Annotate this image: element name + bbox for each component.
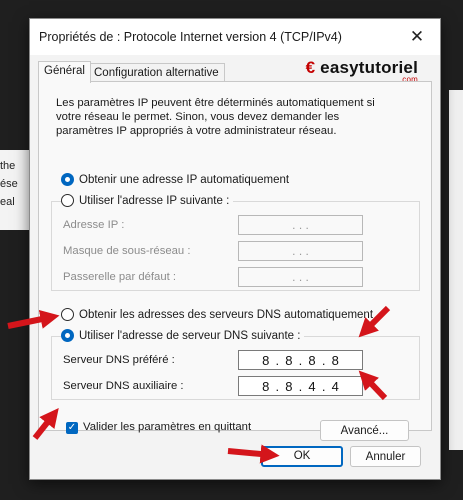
- arrow-to-ok-icon: [227, 444, 280, 464]
- arrow-to-dns-alternate-icon: [358, 370, 388, 401]
- arrow-to-dns-preferred-icon: [358, 305, 391, 338]
- arrow-to-validate-icon: [32, 407, 59, 440]
- tab-general[interactable]: Général: [38, 61, 91, 83]
- arrow-to-dns-manual-icon: [7, 309, 60, 329]
